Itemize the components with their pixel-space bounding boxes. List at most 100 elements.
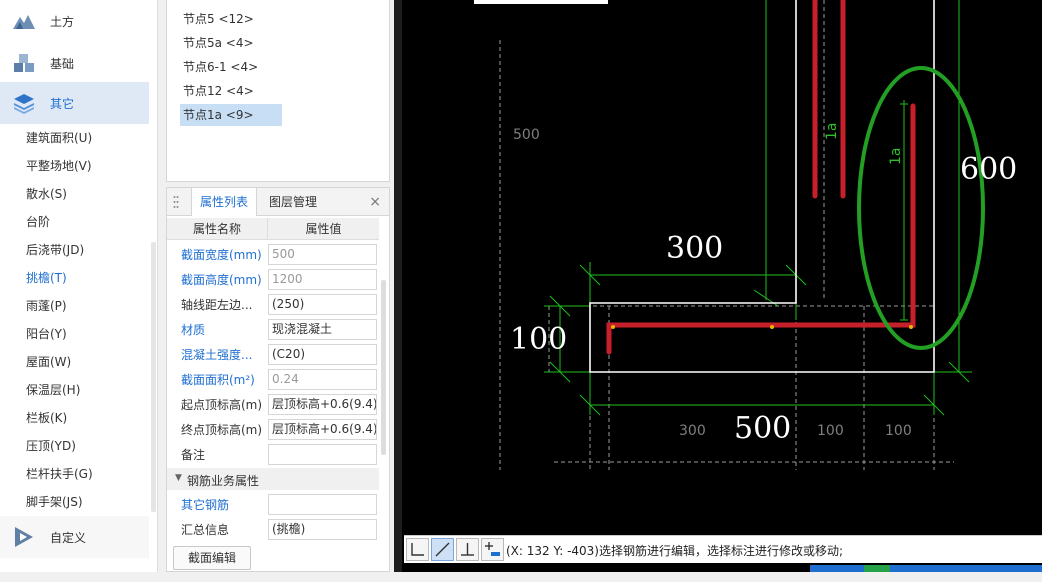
perpendicular-button[interactable]: [456, 538, 479, 561]
la-label-1: 1a: [824, 123, 840, 141]
nav-item-balcony[interactable]: 阳台(Y): [26, 325, 67, 343]
bottom-toolbar-strip: [0, 572, 1042, 582]
property-row: 材质 现浇混凝土: [167, 317, 379, 342]
nav-item-cornice[interactable]: 挑檐(T): [26, 269, 67, 287]
section-edit-button[interactable]: 截面编辑: [173, 546, 251, 570]
dimension-text: 300 100 500 600: [510, 152, 1017, 446]
property-value[interactable]: 1200: [268, 269, 377, 290]
property-section-rebar[interactable]: ▼ 钢筋业务属性: [167, 468, 379, 490]
tab-layer-management[interactable]: 图层管理: [261, 188, 325, 216]
nav-category-label: 自定义: [50, 531, 87, 545]
nav-item-canopy[interactable]: 雨蓬(P): [26, 297, 67, 315]
property-value[interactable]: 层顶标高+0.6(9.4): [268, 394, 377, 415]
ortho-mode-button[interactable]: [406, 538, 429, 561]
property-value[interactable]: (挑檐): [268, 519, 377, 540]
node-list-item[interactable]: 节点12 <4>: [180, 80, 257, 102]
nav-category-label: 其它: [50, 97, 75, 111]
property-name: 材质: [181, 323, 206, 337]
la-label-2: 1a: [888, 148, 904, 166]
property-scrollbar[interactable]: [381, 280, 386, 455]
cad-canvas[interactable]: 300 100 500 600 500 300 100 100 1a 1a: [394, 0, 1042, 572]
nav-item-roof[interactable]: 屋面(W): [26, 353, 71, 371]
dim-100-small-a: 100: [817, 423, 844, 439]
collapse-arrow-icon[interactable]: ▼: [175, 473, 182, 483]
property-value[interactable]: (250): [268, 294, 377, 315]
left-nav: 土方 基础 其它 建筑面积(U) 平整场地(V) 散水(S) 台阶 后浇带(JD…: [0, 0, 158, 572]
property-value[interactable]: 现浇混凝土: [268, 319, 377, 340]
nav-item-scaffold[interactable]: 脚手架(JS): [26, 493, 83, 511]
canvas-top-tab: [474, 0, 608, 4]
dim-500-bottom: 500: [734, 411, 791, 446]
close-icon[interactable]: ×: [369, 194, 381, 210]
nav-item-insulation[interactable]: 保温层(H): [26, 381, 80, 399]
dim-300-top: 300: [666, 231, 723, 266]
app-root: 土方 基础 其它 建筑面积(U) 平整场地(V) 散水(S) 台阶 后浇带(JD…: [0, 0, 1042, 582]
property-grid-header: 属性名称 属性值: [167, 218, 379, 240]
dim-500-small: 500: [513, 127, 540, 143]
nav-category-other[interactable]: 其它: [0, 82, 149, 124]
node-list-item[interactable]: 节点5a <4>: [180, 32, 257, 54]
nav-item-apron[interactable]: 散水(S): [26, 185, 67, 203]
property-row: 备注: [167, 442, 379, 467]
column-header-name: 属性名称: [167, 218, 268, 240]
nav-item-parapet[interactable]: 栏板(K): [26, 409, 67, 427]
property-name: 汇总信息: [181, 523, 230, 537]
property-value[interactable]: 500: [268, 244, 377, 265]
property-value[interactable]: (C20): [268, 344, 377, 365]
nav-item-building-area[interactable]: 建筑面积(U): [26, 129, 92, 147]
nav-item-railing[interactable]: 栏杆扶手(G): [26, 465, 93, 483]
property-value[interactable]: [268, 494, 377, 515]
plus-bar-icon: [485, 542, 500, 556]
nav-item-post-pour-strip[interactable]: 后浇带(JD): [26, 241, 84, 259]
foundation-icon: [14, 54, 34, 72]
property-name: 截面面积(m²): [181, 373, 255, 387]
add-dimension-button[interactable]: [481, 538, 504, 561]
earthwork-icon: [13, 15, 35, 29]
nav-category-foundation[interactable]: 基础: [0, 42, 149, 84]
property-row: 截面宽度(mm) 500: [167, 242, 379, 267]
property-row: 混凝土强度... (C20): [167, 342, 379, 367]
property-name: 起点顶标高(m): [181, 398, 263, 412]
node-list-item[interactable]: 节点5 <12>: [180, 8, 257, 30]
nav-category-custom[interactable]: 自定义: [0, 516, 149, 558]
highlight-ellipse: [857, 66, 985, 350]
column-header-value: 属性值: [305, 222, 342, 236]
status-text: (X: 132 Y: -403)选择钢筋进行编辑，选择标注进行修改或移动;: [506, 544, 844, 558]
rebar[interactable]: [606, 0, 916, 355]
dashed-reference-lines: [499, 0, 954, 470]
nav-category-label: 基础: [50, 57, 75, 71]
status-color-bar-green: [864, 565, 890, 572]
property-name: 轴线距左边...: [181, 298, 253, 312]
property-panel: 属性列表 图层管理 × 属性名称 属性值 截面宽度(mm) 500 截面高度(mm…: [166, 187, 390, 572]
property-name: 终点顶标高(m): [181, 423, 263, 437]
property-row: 起点顶标高(m) 层顶标高+0.6(9.4): [167, 392, 379, 417]
panel-splitter[interactable]: [394, 0, 402, 572]
layers-icon: [14, 94, 34, 114]
nav-category-label: 土方: [50, 15, 75, 29]
nav-item-steps[interactable]: 台阶: [26, 213, 50, 231]
property-value[interactable]: 0.24: [268, 369, 377, 390]
property-value[interactable]: 层顶标高+0.6(9.4): [268, 419, 377, 440]
cad-drawing[interactable]: 300 100 500 600 500 300 100 100 1a 1a: [394, 0, 1042, 572]
property-name: 截面宽度(mm): [181, 248, 262, 262]
tab-property-list[interactable]: 属性列表: [191, 188, 258, 216]
status-color-bar-blue: [810, 565, 864, 572]
property-name: 备注: [181, 448, 206, 462]
nav-item-coping[interactable]: 压顶(YD): [26, 437, 76, 455]
property-row: 其它钢筋: [167, 492, 379, 517]
nav-category-earthwork[interactable]: 土方: [0, 0, 149, 42]
node-list-item-selected[interactable]: 节点1a <9>: [180, 104, 282, 126]
free-line-button[interactable]: [431, 538, 454, 561]
section-title: 钢筋业务属性: [187, 474, 260, 488]
nav-scrollbar[interactable]: [151, 242, 156, 512]
node-list-item[interactable]: 节点6-1 <4>: [180, 56, 261, 78]
nav-item-site-leveling[interactable]: 平整场地(V): [26, 157, 92, 175]
property-row: 截面高度(mm) 1200: [167, 267, 379, 292]
property-value[interactable]: [268, 444, 377, 465]
node-list: 节点5 <12> 节点5a <4> 节点6-1 <4> 节点12 <4> 节点1…: [166, 0, 390, 182]
dim-300-small: 300: [679, 423, 706, 439]
dim-100-left: 100: [510, 322, 567, 357]
ortho-corner-icon: [411, 543, 424, 556]
property-name: 混凝土强度...: [181, 348, 253, 362]
drag-grip-icon[interactable]: [173, 195, 179, 209]
